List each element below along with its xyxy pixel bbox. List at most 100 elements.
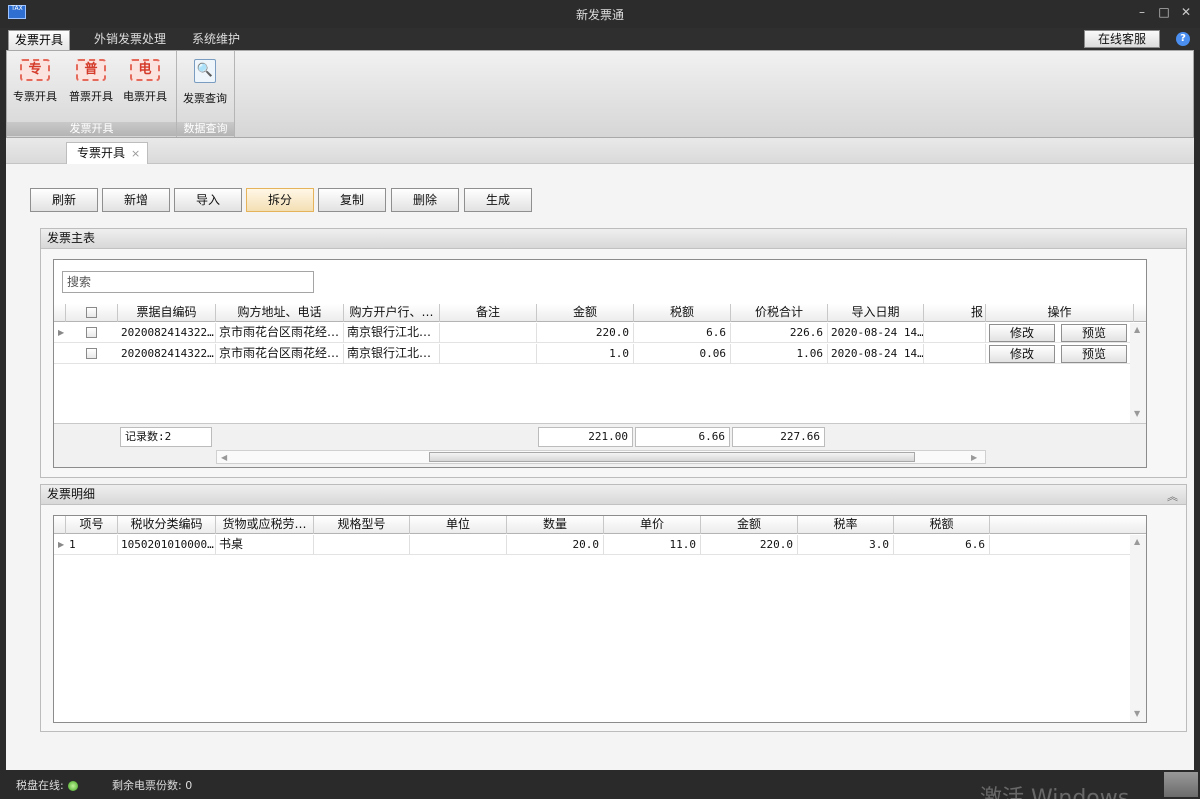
- add-button[interactable]: 新增: [102, 188, 170, 212]
- sum-total: 227.66: [732, 427, 825, 447]
- import-button[interactable]: 导入: [174, 188, 242, 212]
- minimize-button[interactable]: –: [1134, 5, 1150, 19]
- header-spec[interactable]: 规格型号: [314, 516, 410, 534]
- detail-vertical-scrollbar[interactable]: ▲ ▼: [1130, 535, 1146, 722]
- header-item-no[interactable]: 项号: [66, 516, 118, 534]
- scroll-left-icon[interactable]: ◀: [221, 453, 227, 462]
- header-tax-code[interactable]: 税收分类编码: [118, 516, 216, 534]
- header-rate[interactable]: 税率: [798, 516, 894, 534]
- scroll-right-icon[interactable]: ▶: [971, 453, 977, 462]
- tab-export-invoice[interactable]: 外销发票处理: [88, 30, 172, 50]
- refresh-button[interactable]: 刷新: [30, 188, 98, 212]
- menu-bar: 发票开具 外销发票处理 系统维护 在线客服 ?: [0, 28, 1200, 50]
- header-tax[interactable]: 税额: [894, 516, 990, 534]
- search-input[interactable]: 搜索: [62, 271, 314, 293]
- preview-button[interactable]: 预览: [1061, 324, 1127, 342]
- invoice-query-label: 发票查询: [183, 92, 227, 105]
- edit-button[interactable]: 修改: [989, 345, 1055, 363]
- scroll-down-icon[interactable]: ▼: [1134, 709, 1140, 718]
- cell-bank: 南京银行江北…: [344, 344, 440, 364]
- header-note[interactable]: 备注: [440, 304, 537, 322]
- cell-amount: 1.0: [537, 344, 634, 364]
- close-button[interactable]: ✕: [1178, 5, 1194, 19]
- header-goods[interactable]: 货物或应税劳…: [216, 516, 314, 534]
- doc-tab-special-invoice[interactable]: 专票开具 ×: [66, 142, 148, 164]
- header-amount[interactable]: 金额: [537, 304, 634, 322]
- special-invoice-button[interactable]: 专 专票开具: [9, 59, 61, 109]
- tab-system-maintenance[interactable]: 系统维护: [186, 30, 246, 50]
- row-checkbox[interactable]: [86, 327, 97, 338]
- header-bank[interactable]: 购方开户行、…: [344, 304, 440, 322]
- online-service-button[interactable]: 在线客服: [1084, 30, 1160, 48]
- cell-rate: 3.0: [798, 535, 894, 555]
- delete-button[interactable]: 删除: [391, 188, 459, 212]
- resize-grip-icon[interactable]: [1164, 772, 1198, 797]
- copy-button[interactable]: 复制: [318, 188, 386, 212]
- row-pointer-icon: ▶: [58, 540, 65, 549]
- remaining-invoices: 剩余电票份数: 0: [112, 779, 193, 792]
- normal-invoice-button[interactable]: 普 普票开具: [65, 59, 117, 109]
- cell-code: 2020082414322…: [118, 344, 216, 364]
- header-code[interactable]: 票据自编码: [118, 304, 216, 322]
- detail-header: 项号 税收分类编码 货物或应税劳… 规格型号 单位 数量 单价 金额 税率 税额: [54, 516, 1146, 534]
- cell-code: 2020082414322…: [118, 323, 216, 343]
- master-vertical-scrollbar[interactable]: ▲ ▼: [1130, 323, 1146, 423]
- cell-bank: 南京银行江北…: [344, 323, 440, 343]
- master-grid: 搜索 票据自编码 购方地址、电话 购方开户行、… 备注 金额 税额 价税合计 导…: [53, 259, 1147, 468]
- header-price[interactable]: 单价: [604, 516, 701, 534]
- header-amount[interactable]: 金额: [701, 516, 798, 534]
- scroll-down-icon[interactable]: ▼: [1134, 409, 1140, 418]
- split-button[interactable]: 拆分: [246, 188, 314, 212]
- help-icon[interactable]: ?: [1176, 32, 1190, 46]
- normal-invoice-icon: 普: [76, 59, 106, 81]
- special-invoice-icon: 专: [20, 59, 50, 81]
- ribbon: 专 专票开具 普 普票开具 电 电票开具 发票开具 🔍 发票查询 数据查询: [6, 50, 1194, 138]
- invoice-query-button[interactable]: 🔍 发票查询: [179, 59, 231, 109]
- ribbon-group-invoice: 专 专票开具 普 普票开具 电 电票开具 发票开具: [7, 51, 177, 137]
- scroll-up-icon[interactable]: ▲: [1134, 537, 1140, 546]
- e-invoice-button[interactable]: 电 电票开具: [119, 59, 171, 109]
- header-unit[interactable]: 单位: [410, 516, 507, 534]
- generate-button[interactable]: 生成: [464, 188, 532, 212]
- online-indicator-icon: [67, 781, 78, 791]
- collapse-icon[interactable]: ︽: [1167, 487, 1178, 506]
- header-address[interactable]: 购方地址、电话: [216, 304, 344, 322]
- scroll-up-icon[interactable]: ▲: [1134, 325, 1140, 334]
- header-select-all[interactable]: [66, 304, 118, 322]
- document-area: 专票开具 × 刷新 新增 导入 拆分 复制 删除 生成 发票主表 搜索 票据自编码…: [6, 138, 1194, 770]
- header-total[interactable]: 价税合计: [731, 304, 828, 322]
- record-count: 记录数:2: [120, 427, 212, 447]
- tab-invoice-issue[interactable]: 发票开具: [8, 30, 71, 50]
- edit-button[interactable]: 修改: [989, 324, 1055, 342]
- table-row[interactable]: ▶ 2020082414322… 京市雨花台区雨花经… 南京银行江北… 220.…: [54, 323, 1132, 343]
- cell-tax: 0.06: [634, 344, 731, 364]
- select-all-checkbox[interactable]: [86, 307, 97, 318]
- header-qty[interactable]: 数量: [507, 516, 604, 534]
- header-report[interactable]: 报: [924, 304, 986, 322]
- cell-date: 2020-08-24 14…: [828, 323, 924, 343]
- ribbon-group-query: 🔍 发票查询 数据查询: [177, 51, 235, 137]
- table-row[interactable]: ▶ 1 1050201010000… 书桌 20.0 11.0 220.0 3.…: [54, 535, 1132, 555]
- detail-grid: 项号 税收分类编码 货物或应税劳… 规格型号 单位 数量 单价 金额 税率 税额…: [53, 515, 1147, 723]
- close-icon[interactable]: ×: [131, 147, 140, 160]
- table-row[interactable]: 2020082414322… 京市雨花台区雨花经… 南京银行江北… 1.0 0.…: [54, 344, 1132, 364]
- detail-title-text: 发票明细: [47, 487, 96, 501]
- horizontal-scrollbar[interactable]: ◀ ▶: [216, 450, 986, 464]
- cell-tax: 6.6: [894, 535, 990, 555]
- preview-button[interactable]: 预览: [1061, 345, 1127, 363]
- maximize-button[interactable]: □: [1156, 5, 1172, 19]
- cell-tax: 6.6: [634, 323, 731, 343]
- cell-total: 1.06: [731, 344, 828, 364]
- header-date[interactable]: 导入日期: [828, 304, 924, 322]
- row-checkbox[interactable]: [86, 348, 97, 359]
- cell-item-no: 1: [66, 535, 118, 555]
- scrollbar-thumb[interactable]: [429, 452, 915, 462]
- detail-panel: 发票明细 ︽ 项号 税收分类编码 货物或应税劳… 规格型号 单位 数量 单价 金额…: [40, 484, 1187, 732]
- ribbon-group-label: 数据查询: [177, 122, 234, 136]
- e-invoice-label: 电票开具: [123, 90, 167, 103]
- header-tax[interactable]: 税额: [634, 304, 731, 322]
- cell-date: 2020-08-24 14…: [828, 344, 924, 364]
- header-spacer: [54, 304, 66, 322]
- cell-tax-code: 1050201010000…: [118, 535, 216, 555]
- cell-price: 11.0: [604, 535, 701, 555]
